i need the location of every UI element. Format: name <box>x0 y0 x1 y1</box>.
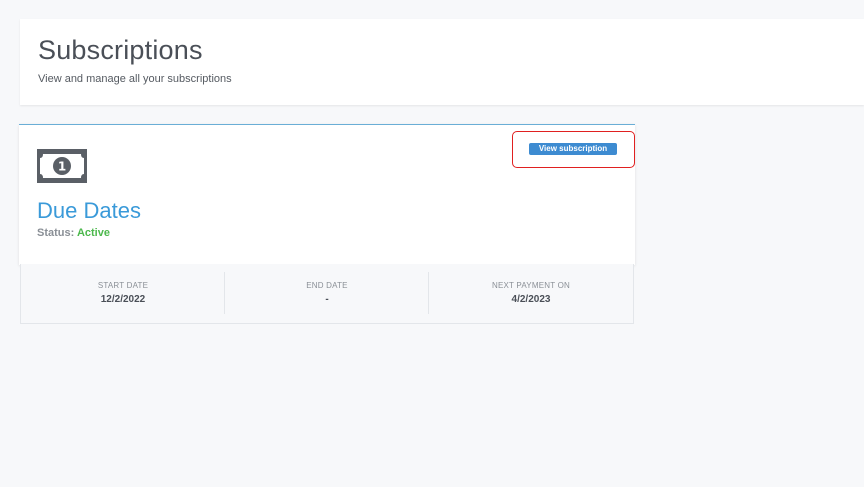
start-date-value: 12/2/2022 <box>100 294 146 305</box>
subscription-name[interactable]: Due Dates <box>37 198 141 224</box>
subscription-dates: START DATE 12/2/2022 END DATE - NEXT PAY… <box>20 264 634 324</box>
banknote-icon: 1 <box>37 149 87 183</box>
page-subtitle: View and manage all your subscriptions <box>38 73 232 85</box>
page-header: Subscriptions View and manage all your s… <box>20 19 864 105</box>
status-value: Active <box>76 227 110 239</box>
next-payment-cell: NEXT PAYMENT ON 4/2/2023 <box>429 264 633 323</box>
start-date-cell: START DATE 12/2/2022 <box>21 264 225 323</box>
end-date-label: END DATE <box>306 281 348 290</box>
end-date-cell: END DATE - <box>225 264 429 323</box>
subscription-status: Status: Active <box>37 227 110 239</box>
page-title: Subscriptions <box>38 35 203 65</box>
next-payment-label: NEXT PAYMENT ON <box>492 281 570 290</box>
start-date-label: START DATE <box>97 281 149 290</box>
next-payment-value: 4/2/2023 <box>511 294 551 305</box>
status-label: Status: <box>37 227 75 239</box>
end-date-value: - <box>325 294 329 305</box>
svg-text:1: 1 <box>58 160 66 174</box>
view-subscription-button[interactable]: View subscription <box>529 143 617 155</box>
page: Subscriptions View and manage all your s… <box>0 0 864 487</box>
